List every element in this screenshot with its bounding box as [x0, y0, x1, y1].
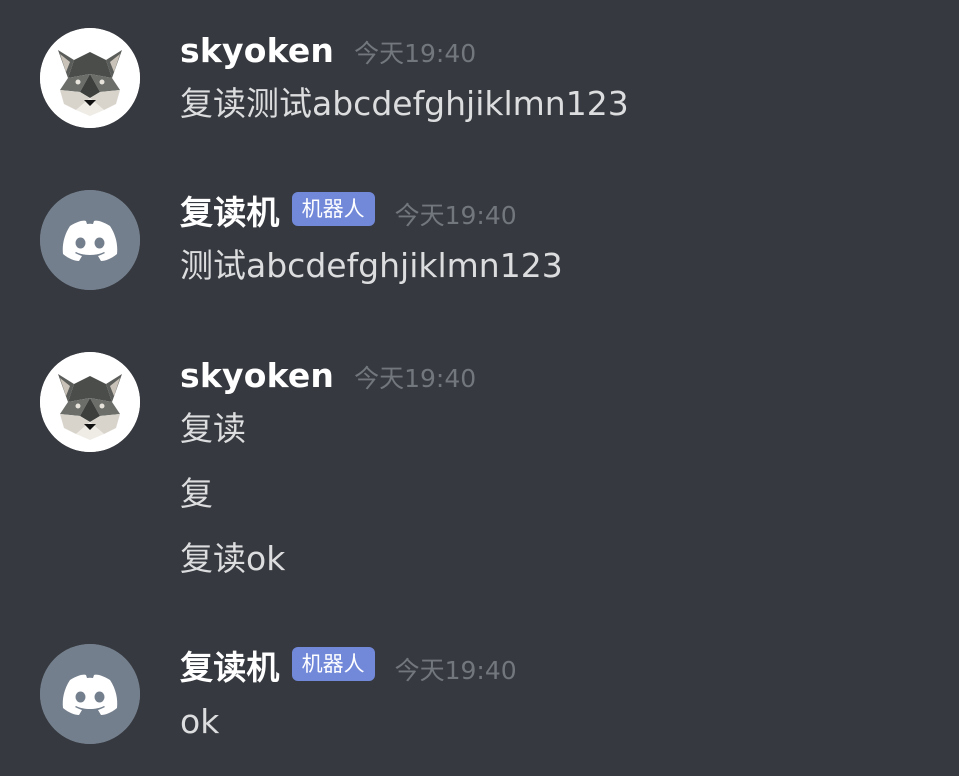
message-header: 复读机 机器人 今天19:40 [180, 191, 517, 235]
bot-avatar[interactable] [40, 644, 140, 744]
bot-tag: 机器人 [291, 192, 375, 226]
user-avatar[interactable] [40, 352, 140, 452]
discord-logo-icon [40, 190, 140, 290]
timestamp: 今天19:40 [394, 201, 517, 230]
timestamp: 今天19:40 [354, 364, 477, 393]
user-avatar[interactable] [40, 28, 140, 128]
bot-tag: 机器人 [291, 647, 375, 681]
message-text: 复 [180, 474, 213, 513]
message-text: ok [180, 702, 220, 741]
username[interactable]: 复读机 [180, 191, 280, 235]
message-text: 复读 [180, 409, 246, 448]
message-text: 测试abcdefghjiklmn123 [180, 246, 563, 285]
timestamp: 今天19:40 [394, 656, 517, 685]
message-header: skyoken 今天19:40 [180, 354, 476, 398]
username[interactable]: 复读机 [180, 646, 280, 690]
message-header: 复读机 机器人 今天19:40 [180, 646, 517, 690]
bot-avatar[interactable] [40, 190, 140, 290]
username[interactable]: skyoken [180, 354, 334, 398]
husky-dog-avatar-icon [40, 352, 140, 452]
message-text: 复读ok [180, 539, 286, 578]
message-text: 复读测试abcdefghjiklmn123 [180, 84, 629, 123]
discord-logo-icon [40, 644, 140, 744]
chat-messages: skyoken 今天19:40 复读测试abcdefghjiklmn123 复读… [0, 0, 959, 776]
username[interactable]: skyoken [180, 29, 334, 73]
husky-dog-avatar-icon [40, 28, 140, 128]
message-header: skyoken 今天19:40 [180, 29, 476, 73]
timestamp: 今天19:40 [354, 39, 477, 68]
